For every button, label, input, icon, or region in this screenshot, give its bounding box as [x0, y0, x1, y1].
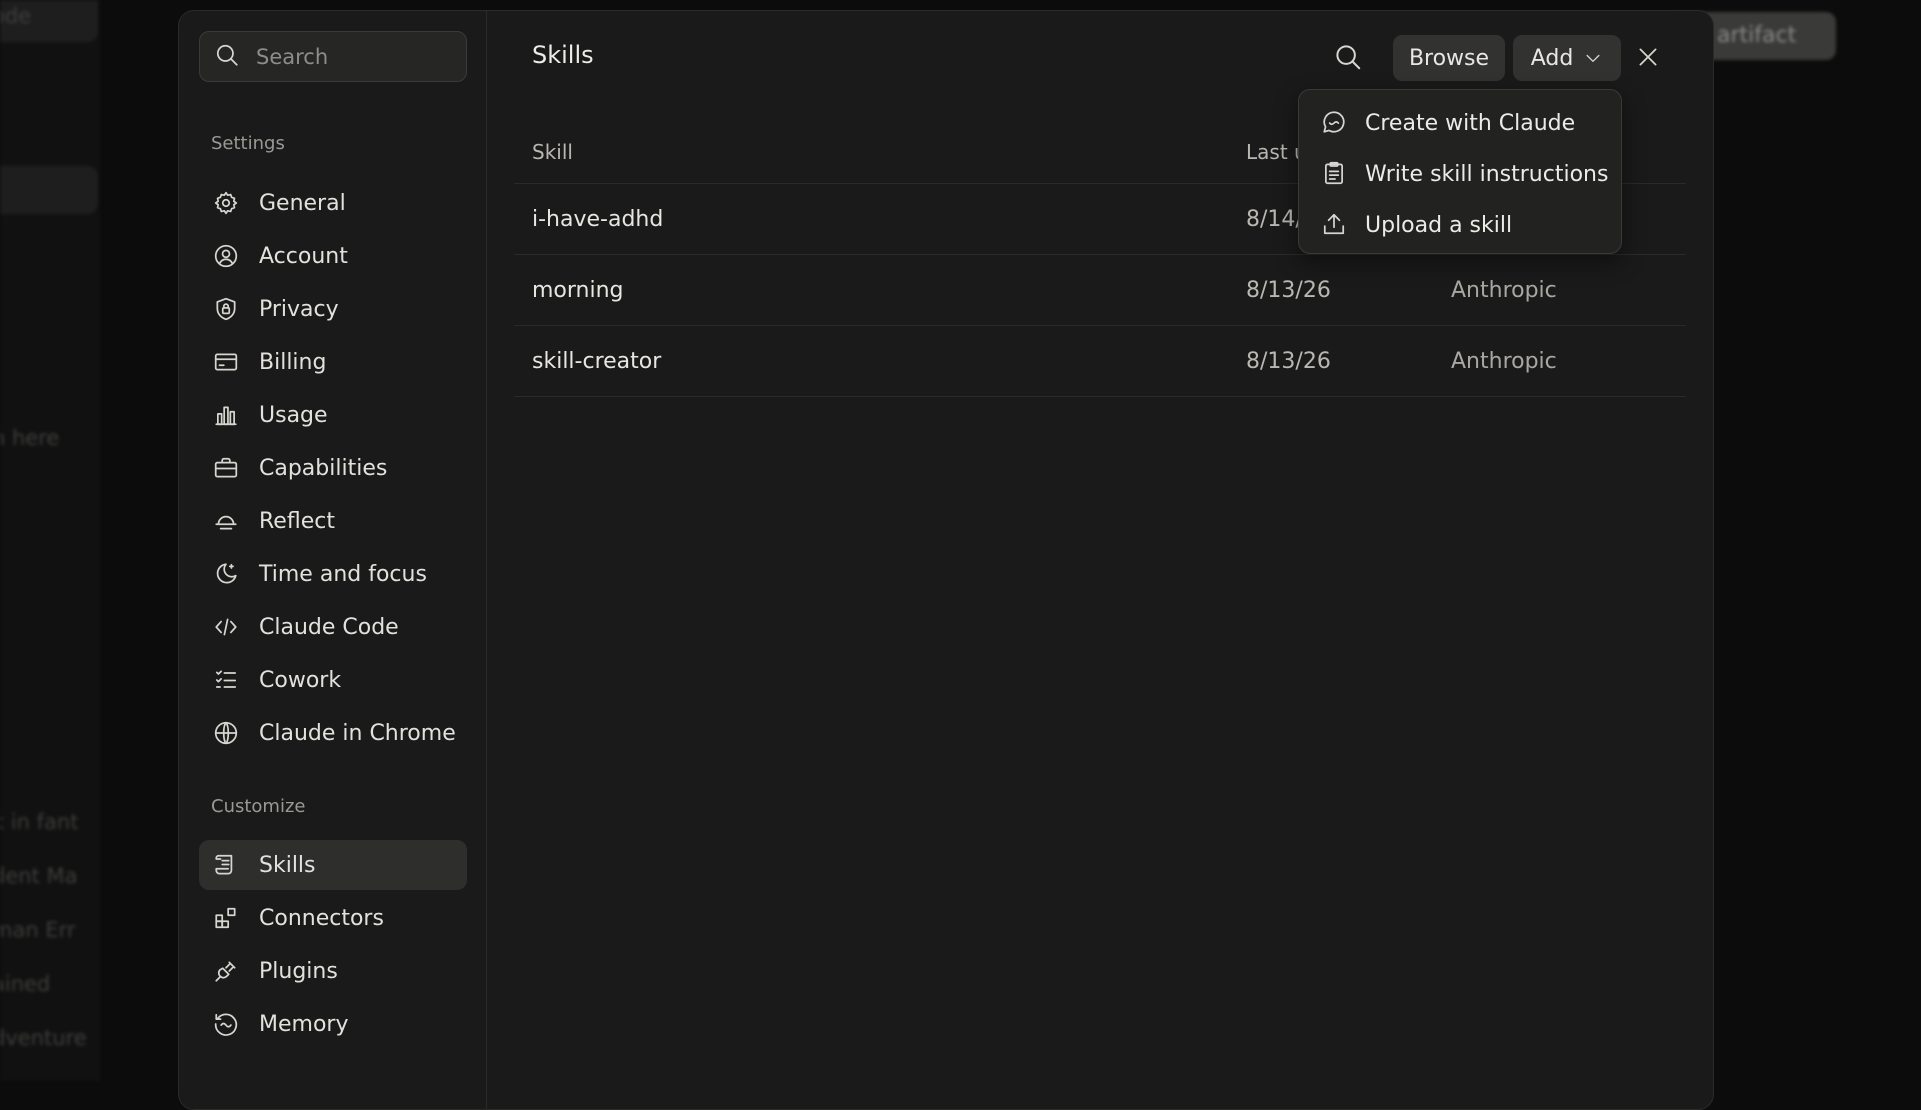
sidebar-item-claude-code[interactable]: Claude Code [199, 602, 467, 652]
code-icon [213, 614, 239, 640]
sidebar-item-label: Usage [259, 402, 328, 428]
menu-item-label: Write skill instructions [1365, 162, 1609, 187]
close-icon [1635, 44, 1661, 74]
add-button-label: Add [1530, 45, 1574, 71]
globe-icon [213, 720, 239, 746]
toolbox-icon [213, 455, 239, 481]
background-text: ained [0, 972, 51, 996]
sidebar-item-label: Cowork [259, 667, 342, 693]
column-header-skill[interactable]: Skill [532, 121, 573, 183]
sidebar-item-label: Memory [259, 1011, 349, 1037]
chevron-down-icon [1583, 48, 1603, 68]
sidebar-item-capabilities[interactable]: Capabilities [199, 443, 467, 493]
checklist-icon [213, 667, 239, 693]
gear-icon [213, 190, 239, 216]
sidebar-item-label: Claude in Chrome [259, 720, 456, 746]
skill-date: 8/13/26 [1246, 277, 1331, 303]
table-row[interactable]: skill-creator 8/13/26 Anthropic [514, 326, 1686, 397]
sidebar-item-skills[interactable]: Skills [199, 840, 467, 890]
skill-author: Anthropic [1451, 348, 1557, 374]
menu-item-upload-a-skill[interactable]: Upload a skill [1299, 200, 1621, 251]
background-sidebar: ode n here k in fant dent Ma man Err ain… [0, 0, 100, 1081]
sidebar-item-plugins[interactable]: Plugins [199, 946, 467, 996]
upload-icon [1321, 211, 1347, 241]
credit-card-icon [213, 349, 239, 375]
sunset-icon [213, 508, 239, 534]
customize-heading: Customize [211, 796, 306, 817]
background-text: man Err [0, 918, 76, 942]
scroll-icon [213, 852, 239, 878]
sidebar-item-label: Time and focus [259, 561, 427, 587]
sidebar-item-privacy[interactable]: Privacy [199, 284, 467, 334]
skill-date: 8/13/26 [1246, 348, 1331, 374]
sidebar-item-label: Privacy [259, 296, 339, 322]
browse-button-label: Browse [1408, 45, 1490, 71]
add-button[interactable]: Add [1513, 35, 1621, 81]
moon-icon [213, 561, 239, 587]
skill-author: Anthropic [1451, 277, 1557, 303]
clipboard-icon [1321, 160, 1347, 190]
shield-lock-icon [213, 296, 239, 322]
sidebar-item-label: Capabilities [259, 455, 388, 481]
background-block [0, 166, 98, 214]
sidebar-item-label: Skills [259, 852, 316, 878]
menu-item-label: Create with Claude [1365, 111, 1576, 136]
sidebar-item-label: Reflect [259, 508, 335, 534]
settings-heading: Settings [211, 133, 285, 154]
sidebar-item-label: Connectors [259, 905, 384, 931]
background-text: dventure [0, 1026, 87, 1050]
page-title: Skills [532, 41, 594, 69]
close-button[interactable] [1630, 41, 1666, 77]
sidebar-item-label: General [259, 190, 346, 216]
skill-name: morning [532, 277, 624, 303]
settings-nav: Settings General Account Privacy Billing… [179, 11, 487, 1109]
nav-search[interactable] [199, 31, 467, 82]
blocks-icon [213, 905, 239, 931]
sidebar-item-label: Billing [259, 349, 327, 375]
sidebar-item-label: Claude Code [259, 614, 399, 640]
background-text: ode [0, 4, 32, 28]
skill-name: skill-creator [532, 348, 662, 374]
background-text: dent Ma [0, 864, 78, 888]
sidebar-item-connectors[interactable]: Connectors [199, 893, 467, 943]
browse-button[interactable]: Browse [1393, 35, 1505, 81]
bar-chart-icon [213, 402, 239, 428]
table-row[interactable]: morning 8/13/26 Anthropic [514, 255, 1686, 326]
sidebar-item-claude-in-chrome[interactable]: Claude in Chrome [199, 708, 467, 758]
sidebar-item-label: Plugins [259, 958, 338, 984]
sidebar-item-reflect[interactable]: Reflect [199, 496, 467, 546]
user-circle-icon [213, 243, 239, 269]
sidebar-item-label: Account [259, 243, 348, 269]
menu-item-label: Upload a skill [1365, 213, 1513, 238]
sidebar-item-general[interactable]: General [199, 178, 467, 228]
nav-search-input[interactable] [256, 44, 456, 69]
chat-bubble-icon [1321, 109, 1347, 139]
menu-item-write-skill-instructions[interactable]: Write skill instructions [1299, 149, 1621, 200]
background-text: k in fant [0, 810, 79, 834]
search-icon [214, 42, 240, 72]
sidebar-item-usage[interactable]: Usage [199, 390, 467, 440]
add-dropdown-menu: Create with Claude Write skill instructi… [1298, 89, 1622, 254]
search-button[interactable] [1330, 41, 1366, 77]
background-text: n here [0, 426, 60, 450]
search-icon [1333, 42, 1363, 76]
plug-icon [213, 958, 239, 984]
skill-date: 8/14/ [1246, 206, 1303, 232]
sidebar-item-time-and-focus[interactable]: Time and focus [199, 549, 467, 599]
sidebar-item-account[interactable]: Account [199, 231, 467, 281]
menu-item-create-with-claude[interactable]: Create with Claude [1299, 98, 1621, 149]
sidebar-item-billing[interactable]: Billing [199, 337, 467, 387]
memory-icon [213, 1011, 239, 1037]
sidebar-item-memory[interactable]: Memory [199, 999, 467, 1049]
skill-name: i-have-adhd [532, 206, 664, 232]
sidebar-item-cowork[interactable]: Cowork [199, 655, 467, 705]
